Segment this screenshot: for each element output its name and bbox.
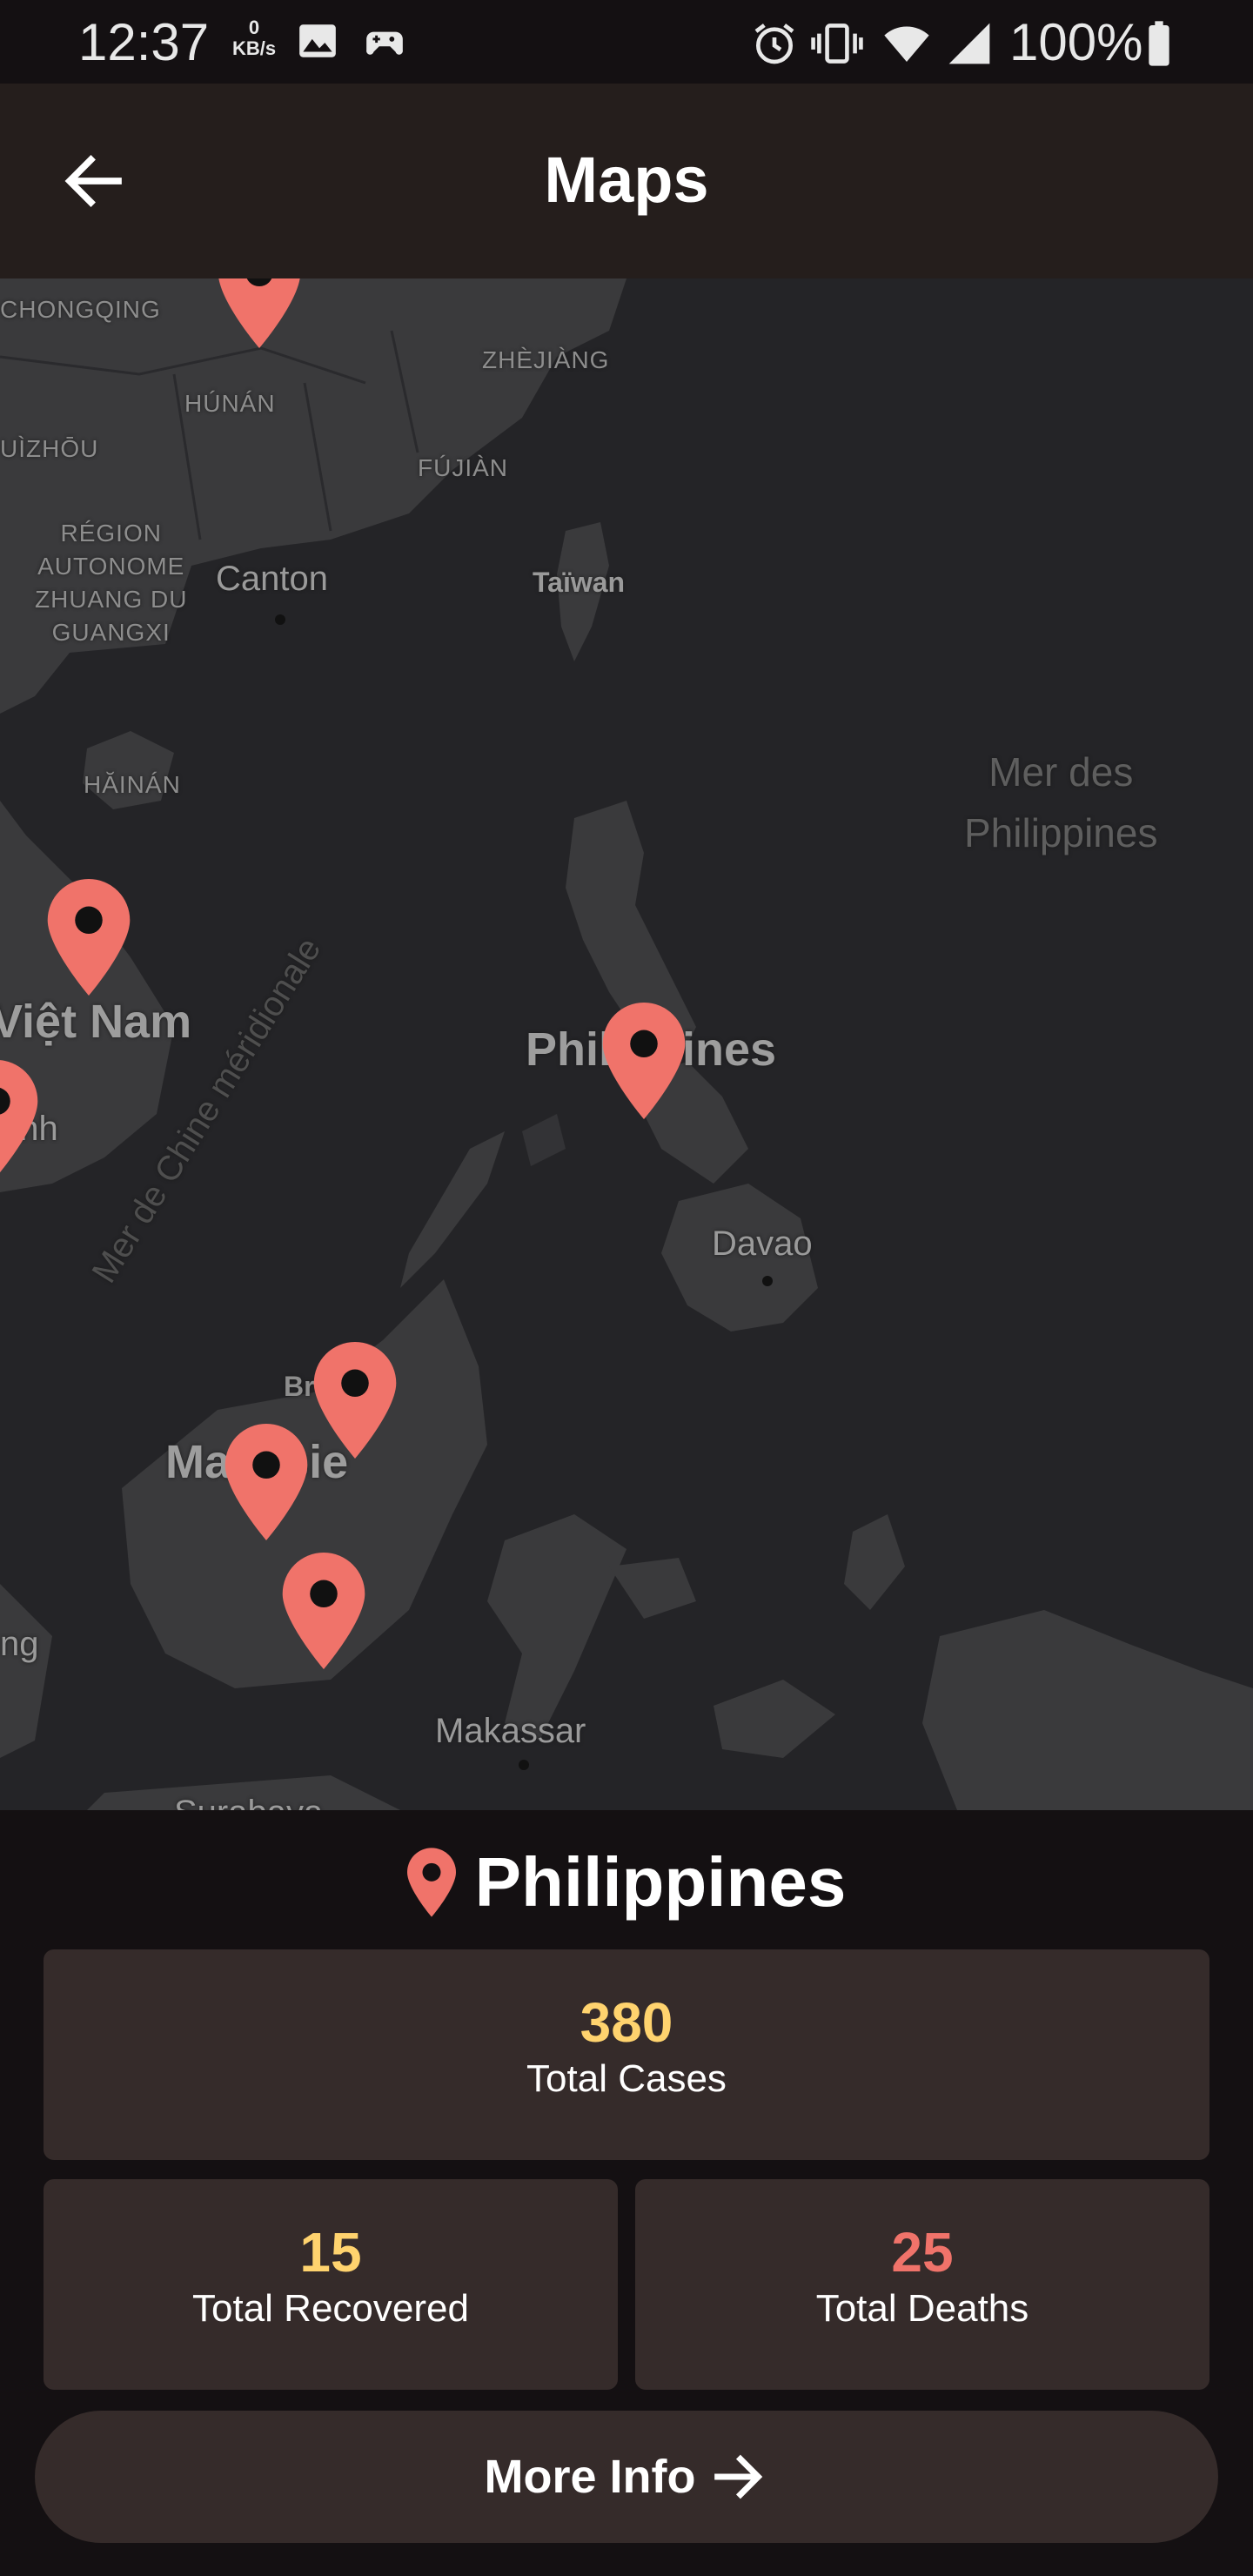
map-pin-icon [406,1848,456,1917]
total-cases-card: 380 Total Cases [44,1949,1209,2160]
alarm-icon [754,23,794,64]
more-info-button[interactable]: More Info [35,2411,1218,2543]
map-label-taiwan: Taïwan [533,567,626,598]
map-pin-icon[interactable] [602,1003,686,1119]
map-label-hainan: HĂINÁN [84,771,181,798]
battery-icon [1149,21,1169,66]
total-cases-value: 380 [580,1991,673,2054]
map-label-surabaya: Surabaya [174,1793,323,1810]
map-pin-icon[interactable] [313,1342,397,1459]
map-label-kuching: ng [0,1625,39,1663]
country-stats-panel: Philippines 380 Total Cases 15 Total Rec… [0,1810,1253,2576]
wifi-icon [884,26,929,62]
map-label-canton: Canton [216,560,328,598]
map-label-guangxi: RÉGION AUTONOME ZHUANG DU GUANGXI [35,520,188,646]
map-label-fujian: FÚJIÀN [418,454,508,481]
map-pin-icon[interactable] [282,1553,365,1669]
more-info-label: More Info [484,2451,696,2503]
page-title: Maps [544,144,709,216]
map-label-hunan: HÚNÁN [184,390,276,417]
map-label-zhejiang: ZHÈJIÀNG [482,346,610,373]
country-heading: Philippines [0,1841,1253,1923]
net-speed-value: 0 [248,17,260,38]
map-pin-icon[interactable] [218,278,301,348]
arrow-right-icon [714,2454,763,2499]
status-bar: 12:37 0 KB/s 100% [0,0,1253,84]
total-cases-label: Total Cases [526,2057,727,2100]
total-recovered-label: Total Recovered [192,2287,469,2330]
signal-icon [948,23,990,64]
status-time: 12:37 [78,13,210,71]
map-view[interactable]: CHONGQING HÚNÁN ZHÈJIÀNG UÌZHŌU FÚJIÀN R… [0,278,1253,1810]
net-speed: 0 KB/s [228,17,280,59]
total-deaths-value: 25 [891,2221,954,2284]
battery-percent: 100% [1009,13,1143,71]
map-label-philippine-sea: Mer des Philippines [964,749,1158,855]
total-deaths-card: 25 Total Deaths [635,2179,1209,2390]
map-pin-icon[interactable] [47,879,131,996]
app-bar: Maps [0,84,1253,278]
net-speed-unit: KB/s [231,37,277,59]
total-recovered-value: 15 [299,2221,362,2284]
image-icon [299,24,336,57]
total-recovered-card: 15 Total Recovered [44,2179,618,2390]
map-label-chongqing: CHONGQING [0,296,161,323]
map-label-davao: Davao [712,1224,813,1263]
map-label-guizhou: UÌZHŌU [0,435,99,462]
vibrate-icon [811,23,863,64]
total-deaths-label: Total Deaths [815,2287,1029,2330]
map-label-vietnam: Việt Nam [0,996,192,1048]
country-name: Philippines [474,1843,847,1921]
map-pin-icon[interactable] [224,1424,308,1540]
game-controller-icon [366,31,403,55]
map-label-makassar: Makassar [435,1712,586,1750]
map-pin-icon[interactable] [0,1060,38,1177]
